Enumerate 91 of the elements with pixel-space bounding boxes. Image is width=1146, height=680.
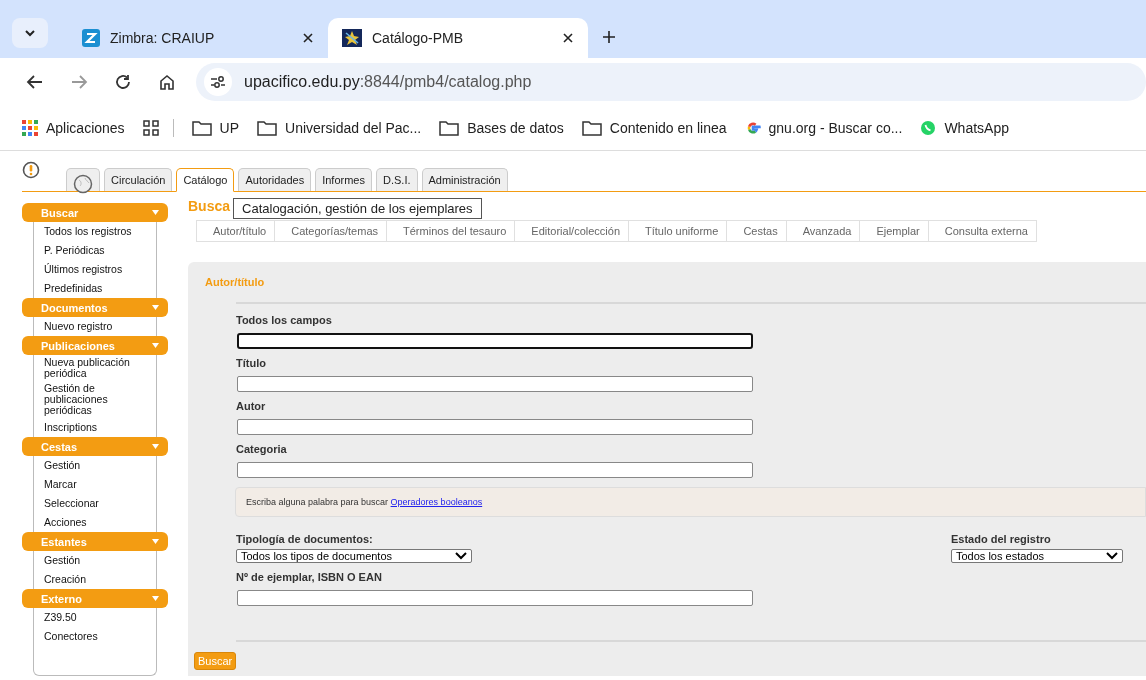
forward-icon[interactable] bbox=[70, 73, 88, 91]
field-label: Autor bbox=[236, 400, 267, 412]
menu-item[interactable]: Marcar bbox=[34, 475, 156, 494]
globe-icon bbox=[73, 174, 93, 194]
bookmark-folder[interactable]: UP bbox=[191, 120, 240, 136]
menu-item[interactable]: Gestión bbox=[34, 551, 156, 570]
bookmark-folder[interactable]: Bases de datos bbox=[439, 120, 564, 136]
chevron-down-icon bbox=[1106, 552, 1118, 560]
menu-item[interactable]: P. Periódicas bbox=[34, 241, 156, 260]
input-field[interactable] bbox=[237, 376, 753, 392]
nav-tab[interactable]: Autoridades bbox=[238, 168, 312, 191]
field-label: Categoria bbox=[236, 443, 288, 455]
caret-icon bbox=[152, 343, 159, 348]
bookmark[interactable]: Aplicaciones bbox=[22, 120, 125, 136]
menu-item[interactable]: Nuevo registro bbox=[34, 317, 156, 336]
search-tab[interactable]: Título uniforme bbox=[628, 220, 728, 242]
caret-icon bbox=[152, 539, 159, 544]
menu-item[interactable]: Conectores bbox=[34, 627, 156, 646]
address-bar[interactable]: upacifico.edu.py:8844/pmb4/catalog.php bbox=[196, 63, 1146, 101]
site-settings-icon[interactable] bbox=[204, 68, 232, 96]
back-icon[interactable] bbox=[26, 73, 44, 91]
folder-icon bbox=[257, 120, 278, 136]
field-label: Tipología de documentos: bbox=[236, 533, 374, 545]
close-icon[interactable] bbox=[302, 32, 314, 44]
caret-icon bbox=[152, 210, 159, 215]
alert-icon[interactable] bbox=[22, 161, 40, 179]
nav-tab[interactable]: Circulación bbox=[104, 168, 173, 191]
page-title: Busca bbox=[188, 198, 231, 214]
menu-item[interactable]: Acciones bbox=[34, 513, 156, 532]
menu-item[interactable]: Z39.50 bbox=[34, 608, 156, 627]
tooltip: Catalogación, gestión de los ejemplares bbox=[233, 198, 482, 219]
field-label: Todos los campos bbox=[236, 314, 333, 326]
search-tab[interactable]: Autor/título bbox=[196, 220, 276, 242]
bookmark[interactable]: gnu.org - Buscar co... bbox=[744, 120, 903, 136]
nav-tab[interactable]: Catálogo bbox=[176, 168, 235, 192]
url-text: upacifico.edu.py:8844/pmb4/catalog.php bbox=[244, 73, 532, 91]
home-icon[interactable] bbox=[158, 73, 176, 91]
folder-icon bbox=[191, 120, 212, 136]
new-tab-icon[interactable] bbox=[602, 30, 616, 44]
field-label: Estado del registro bbox=[951, 533, 1052, 545]
search-tab[interactable]: Consulta externa bbox=[927, 220, 1037, 242]
menu-item[interactable]: Todos los registros bbox=[34, 222, 156, 241]
caret-icon bbox=[152, 444, 159, 449]
menu-item[interactable]: Seleccionar bbox=[34, 494, 156, 513]
form-title: Autor/título bbox=[204, 276, 266, 288]
field-label: Título bbox=[236, 357, 267, 369]
tab-groups-icon[interactable] bbox=[142, 120, 159, 136]
z-logo-icon bbox=[82, 29, 100, 47]
chevron-down-icon bbox=[455, 552, 467, 560]
menu-item[interactable]: Últimos registros bbox=[34, 260, 156, 279]
menu-item[interactable]: Creación bbox=[34, 570, 156, 589]
bookmark-folder[interactable]: Contenido en linea bbox=[581, 120, 727, 136]
search-tab[interactable]: Avanzada bbox=[785, 220, 861, 242]
apps-grid-icon bbox=[22, 120, 38, 136]
browser-tab[interactable]: Catálogo-PMB bbox=[328, 18, 588, 58]
boolean-operators-link[interactable]: Operadores booleanos bbox=[390, 497, 483, 507]
record-status-dropdown[interactable]: Todos los estados bbox=[951, 549, 1123, 563]
document-type-dropdown[interactable]: Todos los tipos de documentos bbox=[236, 549, 472, 563]
browser-tab[interactable]: Zimbra: CRAIUP bbox=[68, 18, 328, 58]
field-label: Nº de ejemplar, ISBN O EAN bbox=[236, 571, 383, 583]
search-tab[interactable]: Categorías/temas bbox=[274, 220, 388, 242]
folder-icon bbox=[439, 120, 460, 136]
nav-tab[interactable]: Administración bbox=[421, 168, 508, 191]
menu-item[interactable]: Inscriptions bbox=[34, 418, 156, 437]
nav-tab[interactable]: Informes bbox=[315, 168, 372, 191]
folder-icon bbox=[581, 120, 602, 136]
input-field[interactable] bbox=[237, 590, 753, 606]
menu-item[interactable]: Gestión de publicaciones periódicas bbox=[34, 381, 156, 418]
star-logo-icon bbox=[342, 29, 362, 47]
bookmark[interactable]: WhatsApp bbox=[920, 120, 1009, 136]
input-field[interactable] bbox=[237, 333, 753, 349]
search-tab[interactable]: Ejemplar bbox=[859, 220, 929, 242]
menu-item[interactable]: Nueva publicación periódica bbox=[34, 355, 156, 381]
search-tab[interactable]: Cestas bbox=[726, 220, 787, 242]
input-field[interactable] bbox=[237, 419, 753, 435]
reload-icon[interactable] bbox=[114, 73, 132, 91]
search-tab[interactable]: Editorial/colección bbox=[514, 220, 629, 242]
search-tab[interactable]: Términos del tesauro bbox=[386, 220, 516, 242]
nav-tab[interactable]: D.S.I. bbox=[376, 168, 418, 191]
hint-text: Escriba alguna palabra para buscar Operadores booleanos bbox=[246, 497, 483, 507]
bookmark-folder[interactable]: Universidad del Pac... bbox=[257, 120, 422, 136]
chat-bubble-icon bbox=[920, 120, 937, 136]
tab-list-button[interactable] bbox=[12, 18, 48, 48]
menu-item[interactable]: Gestión bbox=[34, 456, 156, 475]
chevron-down-icon bbox=[24, 29, 36, 37]
caret-icon bbox=[152, 596, 159, 601]
menu-item[interactable]: Predefinidas bbox=[34, 279, 156, 298]
home-tab[interactable] bbox=[66, 168, 100, 191]
close-icon[interactable] bbox=[562, 32, 574, 44]
input-field[interactable] bbox=[237, 462, 753, 478]
caret-icon bbox=[152, 305, 159, 310]
